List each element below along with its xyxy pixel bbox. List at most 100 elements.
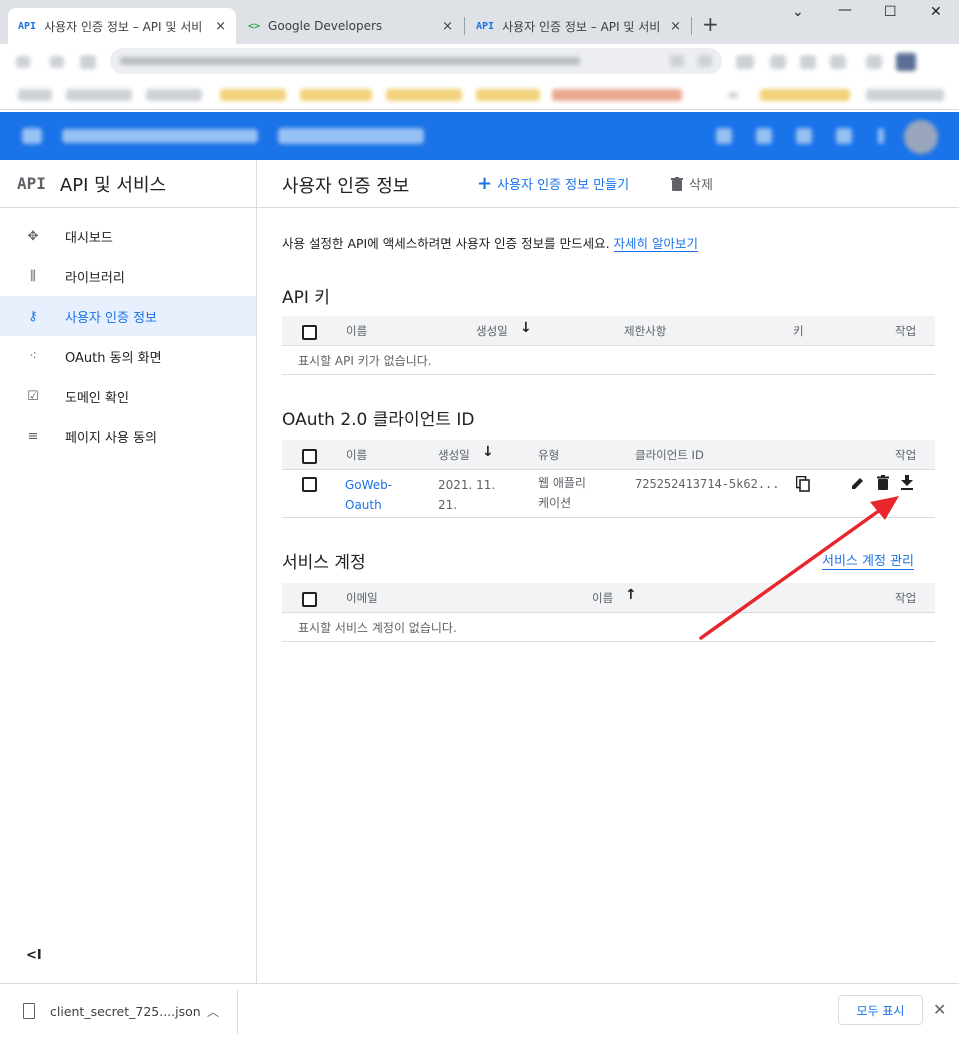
file-icon bbox=[23, 1003, 35, 1019]
bookmark-star-icon[interactable] bbox=[698, 55, 712, 67]
type-line2: 케이션 bbox=[538, 496, 572, 510]
show-all-button[interactable]: 모두 표시 bbox=[838, 995, 923, 1025]
help-icon[interactable] bbox=[796, 128, 812, 144]
address-bar[interactable] bbox=[110, 48, 722, 74]
forward-button[interactable] bbox=[50, 56, 64, 68]
client-type: 웹 애플리 케이션 bbox=[538, 473, 586, 513]
tab-close-icon[interactable]: × bbox=[215, 19, 226, 34]
column-created[interactable]: 생성일 bbox=[476, 323, 508, 339]
project-selector[interactable] bbox=[278, 128, 424, 144]
tab-google-developers[interactable]: <> Google Developers × bbox=[238, 8, 463, 44]
tab-search-icon[interactable]: ⌄ bbox=[792, 4, 804, 20]
collapse-nav-button[interactable]: <I bbox=[26, 948, 42, 963]
download-bar: client_secret_725....json ︿ 모두 표시 ✕ bbox=[0, 983, 959, 1039]
bookmark-item[interactable] bbox=[18, 89, 52, 101]
manage-service-accounts-link[interactable]: 서비스 계정 관리 bbox=[822, 550, 914, 570]
bookmark-folder[interactable] bbox=[220, 89, 286, 101]
client-created-date: 2021. 11. 21. bbox=[438, 475, 495, 515]
delete-button[interactable]: 삭제 bbox=[671, 174, 713, 193]
sidebar-item-oauth-consent[interactable]: ⁖ OAuth 동의 화면 bbox=[0, 336, 256, 376]
search-icon[interactable] bbox=[716, 128, 732, 144]
column-created[interactable]: 생성일 bbox=[438, 447, 470, 463]
column-name[interactable]: 이름 bbox=[346, 323, 367, 339]
client-id-value: 725252413714-5k62... bbox=[635, 477, 780, 491]
key-icon: ⚷ bbox=[28, 308, 38, 324]
sidebar-item-label: 대시보드 bbox=[65, 230, 113, 246]
service-accounts-table: 이메일 이름 ↑ 작업 표시할 서비스 계정이 없습니다. bbox=[282, 583, 935, 642]
bookmark-item[interactable] bbox=[146, 89, 202, 101]
sidebar-item-credentials[interactable]: ⚷ 사용자 인증 정보 bbox=[0, 296, 256, 336]
download-icon[interactable] bbox=[900, 475, 914, 490]
sidebar-item-library[interactable]: ⫼ 라이브러리 bbox=[0, 256, 256, 296]
more-vert-icon[interactable] bbox=[878, 128, 884, 144]
bookmark-folder[interactable] bbox=[386, 89, 462, 101]
close-window-button[interactable]: ✕ bbox=[930, 4, 942, 20]
more-bookmarks-icon[interactable] bbox=[728, 92, 738, 98]
sidebar-item-dashboard[interactable]: ✥ 대시보드 bbox=[0, 216, 256, 256]
extension-icon[interactable] bbox=[736, 55, 754, 69]
menu-icon[interactable] bbox=[22, 128, 42, 144]
column-restrictions[interactable]: 제한사항 bbox=[624, 323, 666, 339]
back-button[interactable] bbox=[16, 56, 30, 68]
tab-credentials-1[interactable]: API 사용자 인증 정보 – API 및 서비 × bbox=[8, 8, 236, 44]
tab-credentials-2[interactable]: API 사용자 인증 정보 – API 및 서비 × bbox=[466, 8, 691, 44]
maximize-button[interactable]: ☐ bbox=[884, 4, 897, 20]
browser-tabstrip: API 사용자 인증 정보 – API 및 서비 × <> Google Dev… bbox=[0, 0, 959, 44]
bookmark-item[interactable] bbox=[552, 89, 682, 101]
bookmark-folder[interactable] bbox=[300, 89, 372, 101]
chevron-up-icon[interactable]: ︿ bbox=[207, 1003, 219, 1020]
delete-icon[interactable] bbox=[877, 475, 889, 490]
account-avatar[interactable] bbox=[904, 120, 938, 154]
empty-message: 표시할 서비스 계정이 없습니다. bbox=[298, 621, 457, 635]
cloud-shell-icon[interactable] bbox=[756, 128, 772, 144]
close-icon[interactable]: ✕ bbox=[933, 1000, 946, 1019]
dashboard-icon: ✥ bbox=[27, 228, 39, 244]
bookmark-item[interactable] bbox=[66, 89, 132, 101]
create-credentials-button[interactable]: + 사용자 인증 정보 만들기 bbox=[477, 174, 629, 193]
bookmark-folder[interactable] bbox=[476, 89, 540, 101]
extension-icon[interactable] bbox=[770, 55, 786, 69]
notifications-icon[interactable] bbox=[836, 128, 852, 144]
extension-icon[interactable] bbox=[866, 55, 882, 69]
sidebar-item-page-usage-agreements[interactable]: ≡ 페이지 사용 동의 bbox=[0, 416, 256, 456]
client-name-link[interactable]: GoWeb- Oauth bbox=[345, 475, 392, 515]
left-navigation: API API 및 서비스 ✥ 대시보드 ⫼ 라이브러리 ⚷ 사용자 인증 정보… bbox=[0, 160, 257, 983]
sidebar-item-domain-verification[interactable]: ☑ 도메인 확인 bbox=[0, 376, 256, 416]
sidebar-item-label: 사용자 인증 정보 bbox=[65, 310, 157, 326]
copy-icon[interactable] bbox=[796, 476, 810, 492]
select-all-checkbox[interactable] bbox=[302, 592, 317, 607]
sort-descending-icon[interactable]: ↓ bbox=[520, 320, 532, 336]
gcp-logo[interactable] bbox=[62, 129, 258, 143]
empty-row: 표시할 서비스 계정이 없습니다. bbox=[282, 613, 935, 642]
profile-avatar[interactable] bbox=[896, 53, 916, 71]
reload-button[interactable] bbox=[80, 55, 96, 69]
column-name[interactable]: 이름 bbox=[346, 447, 367, 463]
library-icon: ⫼ bbox=[30, 268, 36, 284]
table-header: 이름 생성일 ↓ 유형 클라이언트 ID 작업 bbox=[282, 440, 935, 470]
bookmark-folder[interactable] bbox=[760, 89, 850, 101]
minimize-button[interactable]: — bbox=[838, 2, 852, 18]
sort-ascending-icon[interactable]: ↑ bbox=[625, 587, 637, 603]
type-line1: 웹 애플리 bbox=[538, 476, 586, 490]
tab-divider bbox=[464, 17, 465, 35]
intro-description: 사용 설정한 API에 액세스하려면 사용자 인증 정보를 만드세요. bbox=[282, 236, 614, 251]
bookmark-folder[interactable] bbox=[866, 89, 944, 101]
column-email[interactable]: 이메일 bbox=[346, 590, 378, 606]
new-tab-button[interactable]: + bbox=[702, 12, 719, 36]
select-all-checkbox[interactable] bbox=[302, 325, 317, 340]
downloaded-file-name[interactable]: client_secret_725....json bbox=[50, 1004, 201, 1019]
learn-more-link[interactable]: 자세히 알아보기 bbox=[613, 236, 699, 252]
column-type[interactable]: 유형 bbox=[538, 447, 559, 463]
row-checkbox[interactable] bbox=[302, 477, 317, 492]
tab-close-icon[interactable]: × bbox=[442, 19, 453, 34]
select-all-checkbox[interactable] bbox=[302, 449, 317, 464]
sort-descending-icon[interactable]: ↓ bbox=[482, 444, 494, 460]
tab-title: 사용자 인증 정보 – API 및 서비 bbox=[502, 19, 661, 34]
column-name[interactable]: 이름 bbox=[592, 590, 613, 606]
tab-close-icon[interactable]: × bbox=[670, 19, 681, 34]
edit-icon[interactable] bbox=[851, 476, 865, 490]
extension-icon[interactable] bbox=[800, 55, 816, 69]
extension-icon[interactable] bbox=[830, 55, 846, 69]
create-credentials-label: 사용자 인증 정보 만들기 bbox=[497, 178, 630, 193]
share-icon[interactable] bbox=[670, 55, 684, 67]
